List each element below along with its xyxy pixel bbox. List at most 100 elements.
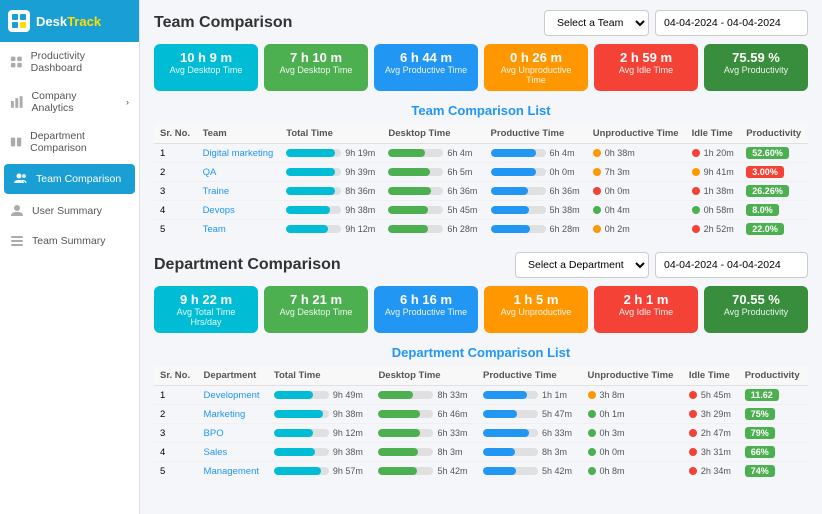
dot-icon: [588, 410, 596, 418]
dot-icon: [593, 149, 601, 157]
bar-label: 6h 4m: [447, 148, 472, 158]
table-row: 1 Development 9h 49m 8h 33m 1h 1m 3h 8m …: [154, 386, 808, 405]
cell-dept: BPO: [198, 424, 268, 443]
sidebar-item-team-summary[interactable]: Team Summary: [0, 226, 139, 256]
cell-desktop: 8h 33m: [372, 386, 477, 405]
team-select[interactable]: Select a Team: [544, 10, 649, 36]
sidebar-item-productivity[interactable]: Productivity Dashboard: [0, 42, 139, 82]
bar-label: 8h 36m: [345, 186, 375, 196]
cell-sr: 4: [154, 443, 198, 462]
bar-cell: 7h 3m: [593, 167, 680, 177]
stat-label: Avg Unproductive: [494, 307, 578, 317]
logo-icon: [8, 10, 30, 32]
dept-stat-cards: 9 h 22 m Avg Total Time Hrs/day 7 h 21 m…: [154, 286, 808, 333]
cell-desktop: 6h 33m: [372, 424, 477, 443]
cell-idle: 2h 52m: [686, 220, 741, 239]
bar-cell: 8h 36m: [286, 186, 376, 196]
bar-cell: 5h 42m: [378, 466, 471, 476]
stat-value: 0 h 26 m: [494, 50, 578, 65]
cell-sr: 2: [154, 405, 198, 424]
bar-cell: 9h 12m: [286, 224, 376, 234]
dot-icon: [692, 187, 700, 195]
bar-cell: 0h 1m: [588, 409, 677, 419]
bar-cell: 1h 20m: [692, 148, 735, 158]
cell-unproductive: 0h 8m: [582, 462, 683, 481]
table-row: 3 BPO 9h 12m 6h 33m 6h 33m 0h 3m 2h 47m …: [154, 424, 808, 443]
cell-sr: 1: [154, 144, 197, 163]
stat-label: Avg Idle Time: [604, 307, 688, 317]
dept-stat-desktop: 7 h 21 m Avg Desktop Time: [264, 286, 368, 333]
table-row: 5 Management 9h 57m 5h 42m 5h 42m 0h 8m …: [154, 462, 808, 481]
cell-productive: 1h 1m: [477, 386, 582, 405]
bar-label: 0h 0m: [550, 167, 575, 177]
stat-value: 2 h 59 m: [604, 50, 688, 65]
dept-date-range[interactable]: [655, 252, 808, 278]
table-row: 2 QA 9h 39m 6h 5m 0h 0m 7h 3m 9h 41m 3.0…: [154, 163, 808, 182]
bar-label: 6h 28m: [447, 224, 477, 234]
bar-label: 5h 38m: [550, 205, 580, 215]
sidebar-item-department[interactable]: Department Comparison: [0, 122, 139, 162]
cell-team: Digital marketing: [197, 144, 281, 163]
cell-sr: 3: [154, 182, 197, 201]
team-section-title: Team Comparison: [154, 14, 292, 32]
cell-desktop: 5h 45m: [382, 201, 484, 220]
cell-desktop: 6h 36m: [382, 182, 484, 201]
cell-idle: 1h 20m: [686, 144, 741, 163]
cell-total: 9h 39m: [280, 163, 382, 182]
cell-productivity: 79%: [739, 424, 808, 443]
bar-label: 0h 0m: [600, 447, 625, 457]
stat-label: Avg Unproductive Time: [494, 65, 578, 85]
bar-cell: 9h 38m: [274, 409, 367, 419]
sidebar-item-label: Department Comparison: [30, 130, 129, 154]
dot-icon: [588, 429, 596, 437]
dot-icon: [689, 467, 697, 475]
team-date-range[interactable]: [655, 10, 808, 36]
cell-sr: 1: [154, 386, 198, 405]
productivity-badge: 22.0%: [746, 223, 784, 235]
bar-label: 6h 33m: [542, 428, 572, 438]
sidebar-item-team[interactable]: Team Comparison: [4, 164, 135, 194]
dot-icon: [692, 225, 700, 233]
bar-cell: 5h 45m: [388, 205, 478, 215]
cell-unproductive: 0h 4m: [587, 201, 686, 220]
bar-cell: 3h 29m: [689, 409, 733, 419]
stat-value: 6 h 44 m: [384, 50, 468, 65]
stat-label: Avg Idle Time: [604, 65, 688, 75]
cell-idle: 5h 45m: [683, 386, 739, 405]
bar-label: 9h 38m: [333, 447, 363, 457]
main-content: Team Comparison Select a Team 10 h 9 m A…: [140, 0, 822, 514]
stat-label: Avg Productivity: [714, 307, 798, 317]
bar-label: 6h 36m: [550, 186, 580, 196]
logo-text: DeskTrack: [36, 14, 101, 29]
bar-cell: 9h 49m: [274, 390, 367, 400]
col-header-desktop: Desktop Time: [372, 366, 477, 386]
sidebar-item-user-summary[interactable]: User Summary: [0, 196, 139, 226]
stat-label: Avg Productive Time: [384, 307, 468, 317]
cell-idle: 0h 58m: [686, 201, 741, 220]
sidebar-item-company[interactable]: Company Analytics ›: [0, 82, 139, 122]
bar-label: 9h 19m: [345, 148, 375, 158]
dept-select[interactable]: Select a Department: [515, 252, 649, 278]
dot-icon: [588, 448, 596, 456]
cell-desktop: 8h 3m: [372, 443, 477, 462]
bar-cell: 5h 45m: [689, 390, 733, 400]
bar-label: 2h 34m: [701, 466, 731, 476]
bar-cell: 0h 38m: [593, 148, 680, 158]
cell-productive: 6h 4m: [485, 144, 587, 163]
dept-stat-idle: 2 h 1 m Avg Idle Time: [594, 286, 698, 333]
cell-dept: Marketing: [198, 405, 268, 424]
team-stat-unproductive: 0 h 26 m Avg Unproductive Time: [484, 44, 588, 91]
cell-productive: 5h 47m: [477, 405, 582, 424]
dot-icon: [689, 429, 697, 437]
col-header-total: Total Time: [280, 124, 382, 144]
logo: DeskTrack: [0, 0, 139, 42]
cell-unproductive: 0h 0m: [587, 182, 686, 201]
bar-cell: 3h 31m: [689, 447, 733, 457]
bar-cell: 9h 38m: [274, 447, 367, 457]
team-stat-cards: 10 h 9 m Avg Desktop Time 7 h 10 m Avg D…: [154, 44, 808, 91]
dept-list-title: Department Comparison List: [154, 345, 808, 360]
cell-dept: Management: [198, 462, 268, 481]
cell-idle: 2h 47m: [683, 424, 739, 443]
bar-cell: 1h 1m: [483, 390, 576, 400]
cell-unproductive: 0h 0m: [582, 443, 683, 462]
